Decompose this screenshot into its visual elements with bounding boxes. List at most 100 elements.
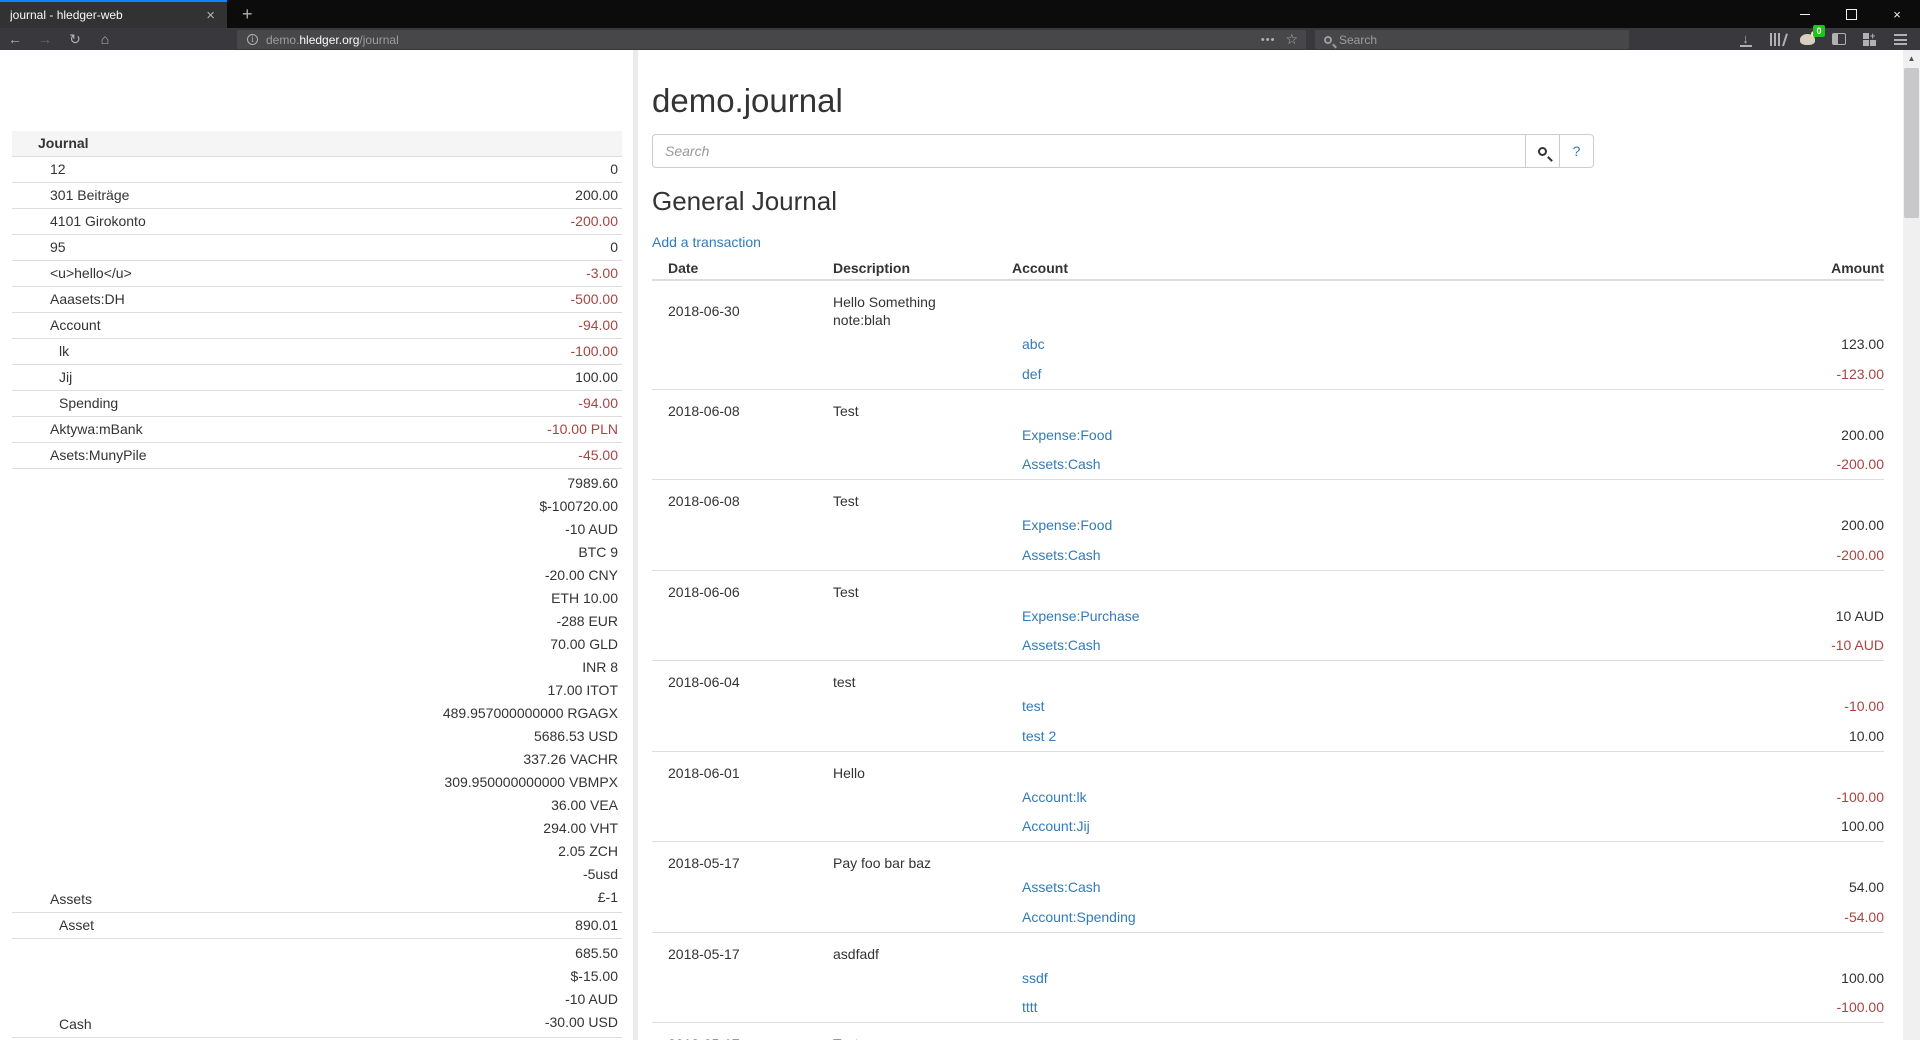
posting-row: Account:Spending-54.00 bbox=[652, 902, 1884, 932]
posting-account-link[interactable]: Expense:Food bbox=[1012, 427, 1112, 443]
page-actions-icon[interactable]: ••• bbox=[1261, 34, 1276, 46]
downloads-icon[interactable]: ↓ bbox=[1730, 29, 1761, 49]
posting-amount: -200.00 bbox=[1444, 540, 1884, 570]
posting-row: tttt-100.00 bbox=[652, 993, 1884, 1023]
balance-amount: -30.00 USD bbox=[274, 1011, 618, 1034]
browser-search-placeholder: Search bbox=[1339, 33, 1377, 47]
posting-account-link[interactable]: test bbox=[1012, 698, 1045, 714]
posting-account-link[interactable]: Account:Jij bbox=[1012, 818, 1090, 834]
posting-account-link[interactable]: def bbox=[1012, 366, 1041, 382]
browser-search-box[interactable]: Search bbox=[1315, 30, 1629, 49]
sidebar-rows: Journal 120301 Beiträge200.004101 Giroko… bbox=[12, 131, 622, 1040]
balance-amount: 890.01 bbox=[274, 916, 618, 935]
add-transaction-link[interactable]: Add a transaction bbox=[652, 234, 761, 250]
browser-window: journal - hledger-web × + × ← → ↻ ⌂ i de… bbox=[0, 0, 1920, 1040]
balance-amount: £-1 bbox=[274, 886, 618, 909]
sidebar-account-name: Aktywa:mBank bbox=[12, 417, 274, 443]
site-info-icon[interactable]: i bbox=[247, 34, 258, 45]
balance-amount: 5686.53 USD bbox=[274, 725, 618, 748]
window-minimize-button[interactable] bbox=[1782, 0, 1828, 28]
posting-account-link[interactable]: Assets:Cash bbox=[1012, 547, 1101, 563]
sidebar-account-link[interactable]: Asets:MunyPile bbox=[50, 447, 146, 463]
transaction-row[interactable]: 2018-06-06Test bbox=[652, 570, 1884, 601]
extension-icon[interactable]: 0 bbox=[1792, 29, 1823, 49]
posting-amount: 10 AUD bbox=[1444, 601, 1884, 631]
search-help-button[interactable]: ? bbox=[1560, 134, 1594, 168]
posting-account-link[interactable]: test 2 bbox=[1012, 728, 1056, 744]
sidebar-account-row: Aktywa:mBank-10.00 PLN bbox=[12, 417, 622, 443]
page-title: demo.journal bbox=[652, 82, 1884, 120]
forward-icon[interactable]: → bbox=[30, 31, 60, 47]
journal-search-form: ? bbox=[652, 134, 1594, 168]
sidebar-account-name: 4101 Girokonto bbox=[12, 209, 274, 235]
sidebar-account-link[interactable]: 95 bbox=[50, 239, 66, 255]
sidebar-account-name: 95 bbox=[12, 235, 274, 261]
posting-row: ssdf100.00 bbox=[652, 963, 1884, 993]
transaction-row[interactable]: 2018-06-04test bbox=[652, 661, 1884, 692]
posting-account-link[interactable]: ssdf bbox=[1012, 970, 1048, 986]
sidebar-account-link[interactable]: Spending bbox=[59, 395, 118, 411]
column-header-amount: Amount bbox=[1444, 257, 1884, 280]
tab-title: journal - hledger-web bbox=[10, 8, 202, 22]
sidebar-account-link[interactable]: Aaasets:DH bbox=[50, 291, 125, 307]
transaction-row[interactable]: 2018-05-17Test bbox=[652, 1023, 1884, 1040]
posting-account-link[interactable]: Account:lk bbox=[1012, 789, 1087, 805]
posting-row: Assets:Cash-200.00 bbox=[652, 450, 1884, 480]
home-icon[interactable]: ⌂ bbox=[90, 31, 120, 47]
reload-icon[interactable]: ↻ bbox=[60, 31, 90, 48]
address-bar[interactable]: i demo.hledger.org/journal ••• ☆ bbox=[237, 30, 1306, 49]
posting-account-link[interactable]: Assets:Cash bbox=[1012, 456, 1101, 472]
posting-account-link[interactable]: tttt bbox=[1012, 999, 1038, 1015]
transaction-row[interactable]: 2018-06-30Hello Something note:blah bbox=[652, 280, 1884, 329]
back-icon[interactable]: ← bbox=[0, 31, 30, 47]
sidebar-account-link[interactable]: Asset bbox=[59, 917, 94, 933]
window-close-button[interactable]: × bbox=[1874, 0, 1920, 28]
transaction-date: 2018-06-30 bbox=[652, 280, 825, 329]
sidebar-account-link[interactable]: Jij bbox=[59, 369, 72, 385]
transaction-row[interactable]: 2018-06-08Test bbox=[652, 389, 1884, 420]
sidebar-journal-link[interactable]: Journal bbox=[38, 135, 89, 151]
window-restore-button[interactable] bbox=[1828, 0, 1874, 28]
transaction-row[interactable]: 2018-05-17Pay foo bar baz bbox=[652, 842, 1884, 873]
sidebar-account-link[interactable]: lk bbox=[59, 343, 69, 359]
posting-account-link[interactable]: Assets:Cash bbox=[1012, 879, 1101, 895]
journal-search-input[interactable] bbox=[652, 134, 1526, 168]
posting-account-link[interactable]: Assets:Cash bbox=[1012, 637, 1101, 653]
posting-row: test-10.00 bbox=[652, 691, 1884, 721]
menu-icon[interactable] bbox=[1885, 29, 1916, 49]
sidebar-account-name: Assets bbox=[12, 469, 274, 913]
new-tab-button[interactable]: + bbox=[236, 3, 259, 25]
sidebar-account-link[interactable]: Assets bbox=[50, 891, 92, 907]
posting-account-link[interactable]: Expense:Food bbox=[1012, 517, 1112, 533]
browser-tab[interactable]: journal - hledger-web × bbox=[0, 0, 227, 28]
sidebar-account-row: 950 bbox=[12, 235, 622, 261]
scrollbar-thumb[interactable] bbox=[1904, 68, 1919, 218]
sidebar-account-row: 4101 Girokonto-200.00 bbox=[12, 209, 622, 235]
sidebar-account-link[interactable]: 4101 Girokonto bbox=[50, 213, 146, 229]
grid-plus-icon[interactable]: + bbox=[1854, 29, 1885, 49]
transaction-row[interactable]: 2018-05-17asdfadf bbox=[652, 932, 1884, 963]
balance-amount: -100.00 bbox=[274, 342, 618, 361]
posting-account-link[interactable]: Expense:Purchase bbox=[1012, 608, 1140, 624]
sidebar-account-link[interactable]: Account bbox=[50, 317, 101, 333]
sidebar-account-name: 301 Beiträge bbox=[12, 183, 274, 209]
vertical-scrollbar[interactable]: ▲ bbox=[1903, 50, 1920, 1040]
tab-close-icon[interactable]: × bbox=[202, 8, 219, 23]
transaction-row[interactable]: 2018-06-01Hello bbox=[652, 751, 1884, 782]
posting-account-link[interactable]: Account:Spending bbox=[1012, 909, 1136, 925]
library-icon[interactable] bbox=[1761, 29, 1792, 49]
posting-account-link[interactable]: abc bbox=[1012, 336, 1045, 352]
sidebar-account-name: Asets:MunyPile bbox=[12, 443, 274, 469]
bookmark-star-icon[interactable]: ☆ bbox=[1285, 31, 1298, 48]
transaction-row[interactable]: 2018-06-08Test bbox=[652, 480, 1884, 511]
scrollbar-up-arrow[interactable]: ▲ bbox=[1903, 52, 1920, 66]
journal-search-button[interactable] bbox=[1526, 134, 1560, 168]
sidebar-account-link[interactable]: 12 bbox=[50, 161, 66, 177]
sidebar-account-link[interactable]: 301 Beiträge bbox=[50, 187, 129, 203]
transaction-description: test bbox=[825, 661, 1004, 692]
sidebar-account-link[interactable]: Aktywa:mBank bbox=[50, 421, 143, 437]
balance-amount: INR 8 bbox=[274, 656, 618, 679]
sidebar-account-link[interactable]: <u>hello</u> bbox=[50, 265, 132, 281]
sidebar-toggle-icon[interactable] bbox=[1823, 29, 1854, 49]
sidebar-account-link[interactable]: Cash bbox=[59, 1016, 92, 1032]
